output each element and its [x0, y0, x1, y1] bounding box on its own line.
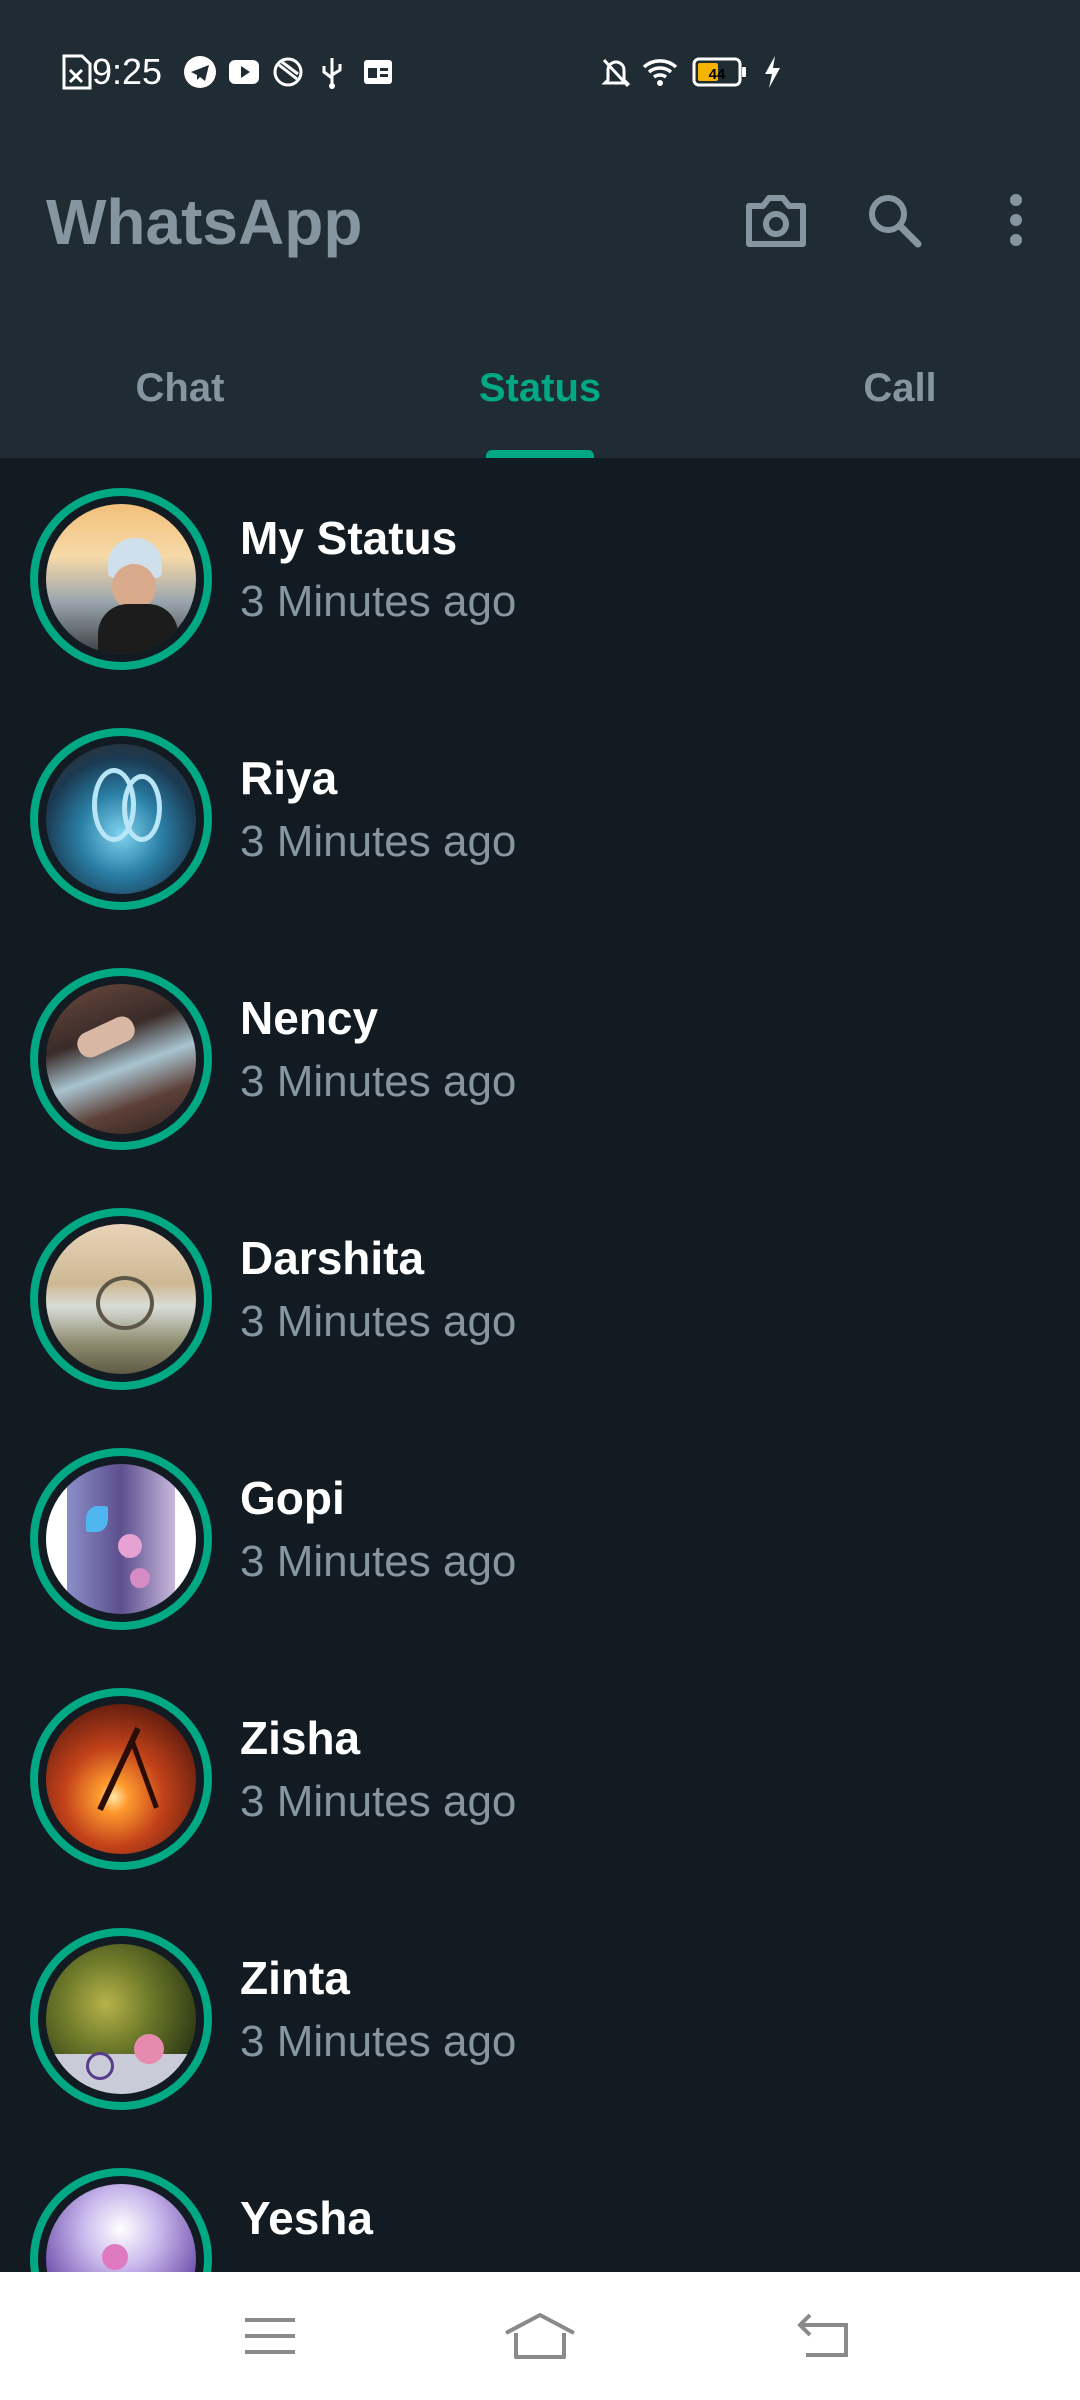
status-ring — [30, 968, 212, 1150]
status-name: Zinta — [240, 1952, 350, 2004]
telegram-icon — [184, 56, 216, 88]
avatar — [46, 1944, 196, 2094]
status-list: My Status 3 Minutes ago Riya 3 Minutes a… — [0, 458, 1080, 2272]
search-icon — [869, 195, 922, 248]
status-time: 3 Minutes ago — [240, 1537, 517, 1586]
status-name: Yesha — [240, 2192, 373, 2244]
status-ring — [30, 1448, 212, 1630]
avatar — [46, 2184, 196, 2272]
status-ring — [30, 1928, 212, 2110]
status-name: Riya — [240, 752, 338, 804]
camera-button[interactable] — [736, 180, 816, 260]
menu-button[interactable] — [220, 2296, 320, 2376]
active-tab-indicator — [486, 450, 594, 458]
back-button[interactable] — [774, 2296, 874, 2376]
status-time: 3 Minutes ago — [240, 1057, 517, 1106]
status-ring — [30, 1688, 212, 1870]
status-item[interactable]: Nency 3 Minutes ago — [0, 938, 1080, 1178]
tab-status[interactable]: Status — [360, 340, 720, 458]
mute-notifications-icon — [601, 58, 631, 88]
clock: 9:25 — [92, 51, 163, 92]
charging-icon — [765, 56, 780, 88]
search-button[interactable] — [854, 180, 934, 260]
app-title: WhatsApp — [46, 186, 363, 258]
status-item[interactable]: Yesha — [0, 2138, 1080, 2272]
status-time: 3 Minutes ago — [240, 2017, 517, 2066]
status-time: 3 Minutes ago — [240, 1777, 517, 1826]
news-icon — [364, 60, 392, 84]
wifi-icon — [642, 59, 678, 86]
status-item[interactable]: Gopi 3 Minutes ago — [0, 1418, 1080, 1658]
status-name: Gopi — [240, 1472, 345, 1524]
status-item[interactable]: Riya 3 Minutes ago — [0, 698, 1080, 938]
status-item[interactable]: Zinta 3 Minutes ago — [0, 1898, 1080, 2138]
menu-icon — [245, 2318, 295, 2354]
status-ring — [30, 2168, 212, 2272]
svg-text:44: 44 — [709, 66, 726, 83]
status-time: 3 Minutes ago — [240, 577, 517, 626]
tab-bar: Chat Status Call — [0, 340, 1080, 458]
status-name: Nency — [240, 992, 379, 1044]
status-item[interactable]: Zisha 3 Minutes ago — [0, 1658, 1080, 1898]
system-navigation-bar — [0, 2272, 1080, 2400]
status-name: Zisha — [240, 1712, 361, 1764]
status-time: 3 Minutes ago — [240, 817, 517, 866]
avatar — [46, 1224, 196, 1374]
header: 9:25 44 WhatsApp Chat Status Call — [0, 0, 1080, 458]
status-ring — [30, 488, 212, 670]
status-item-my-status[interactable]: My Status 3 Minutes ago — [0, 458, 1080, 698]
tab-call[interactable]: Call — [720, 340, 1080, 458]
more-options-icon — [1010, 194, 1022, 246]
avatar — [46, 984, 196, 1134]
status-ring — [30, 1208, 212, 1390]
back-icon — [797, 2313, 848, 2357]
avatar — [46, 744, 196, 894]
avatar — [46, 1704, 196, 1854]
home-icon — [505, 2313, 575, 2359]
status-name: Darshita — [240, 1232, 425, 1284]
avatar — [46, 1464, 196, 1614]
usb-icon — [322, 58, 342, 89]
system-status-bar: 9:25 44 — [0, 0, 1080, 140]
status-item[interactable]: Darshita 3 Minutes ago — [0, 1178, 1080, 1418]
status-time: 3 Minutes ago — [240, 1297, 517, 1346]
youtube-icon — [229, 60, 259, 84]
tab-chat[interactable]: Chat — [0, 340, 360, 458]
home-button[interactable] — [490, 2296, 590, 2376]
battery-icon: 44 — [692, 57, 746, 87]
status-name: My Status — [240, 512, 458, 564]
avatar — [46, 504, 196, 654]
camera-icon — [746, 195, 806, 247]
app-icon — [273, 57, 303, 87]
sim-error-icon — [62, 54, 92, 90]
status-ring — [30, 728, 212, 910]
more-options-button[interactable] — [976, 180, 1056, 260]
